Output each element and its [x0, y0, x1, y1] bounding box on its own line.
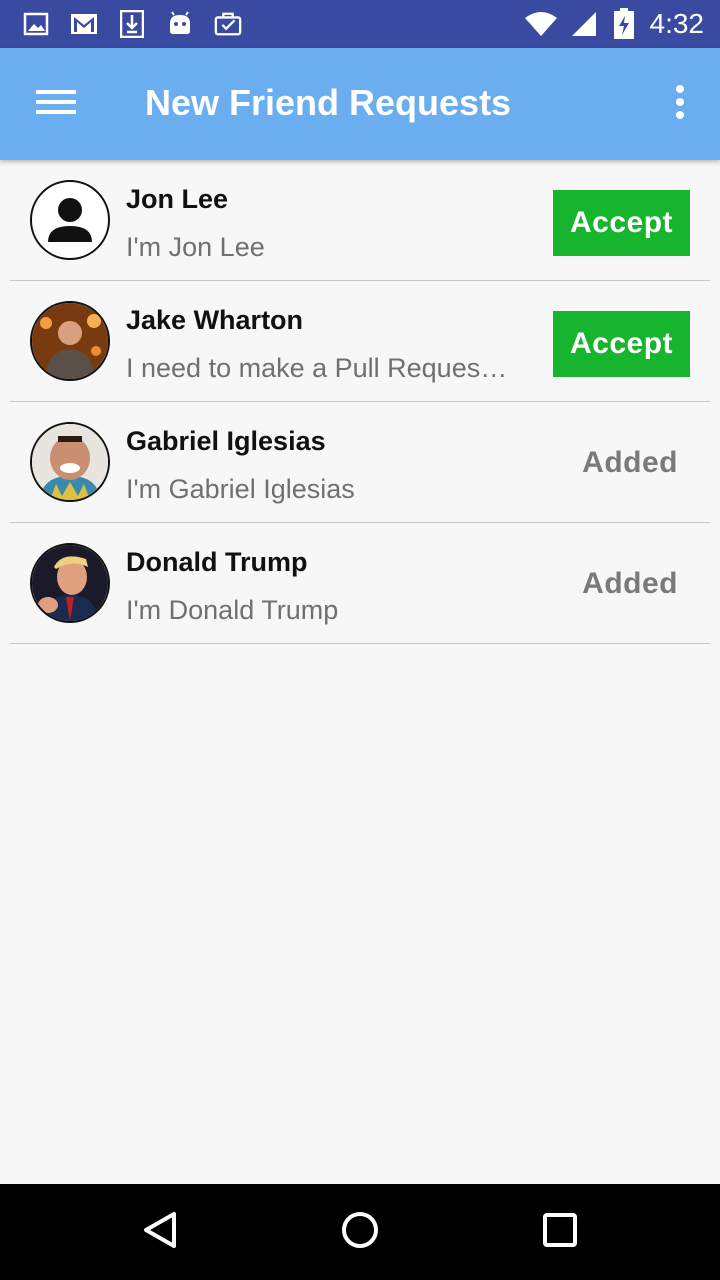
- friend-request-list: Jon Lee I'm Jon Lee Accept Jake Wharton …: [0, 160, 720, 644]
- friend-message: I need to make a Pull Reques…: [126, 353, 508, 383]
- avatar: [30, 180, 110, 260]
- friend-name: Gabriel Iglesias: [126, 426, 326, 456]
- home-button[interactable]: [336, 1208, 384, 1256]
- friend-message: I'm Donald Trump: [126, 595, 339, 625]
- default-person-icon: [48, 198, 92, 242]
- friend-message: I'm Jon Lee: [126, 232, 265, 262]
- avatar: [30, 301, 110, 381]
- friend-request-row: Donald Trump I'm Donald Trump Added: [10, 523, 710, 644]
- gmail-icon: [70, 10, 98, 38]
- friend-name: Donald Trump: [126, 547, 308, 577]
- accept-button[interactable]: Accept: [553, 190, 690, 256]
- battery-icon: [612, 8, 636, 39]
- app-bar: New Friend Requests: [0, 48, 720, 160]
- back-icon: [142, 1210, 178, 1255]
- back-button[interactable]: [136, 1208, 184, 1256]
- avatar: [30, 543, 110, 623]
- status-time: 4:32: [649, 8, 705, 39]
- download-icon: [118, 10, 146, 38]
- friend-name: Jon Lee: [126, 184, 229, 214]
- friend-request-row: Jon Lee I'm Jon Lee Accept: [10, 160, 710, 281]
- signal-icon: [570, 10, 598, 38]
- added-status: Added: [582, 567, 678, 600]
- profile-photo: [32, 424, 108, 500]
- task-icon: [214, 10, 242, 38]
- overflow-menu-button[interactable]: [660, 76, 700, 132]
- recents-button[interactable]: [536, 1208, 584, 1256]
- wifi-icon: [522, 10, 560, 38]
- android-icon: [166, 10, 194, 38]
- added-status: Added: [582, 446, 678, 479]
- accept-button[interactable]: Accept: [553, 311, 690, 377]
- friend-message: I'm Gabriel Iglesias: [126, 474, 355, 504]
- home-icon: [340, 1210, 380, 1255]
- profile-photo: [32, 545, 108, 621]
- image-icon: [22, 10, 50, 38]
- status-bar: 4:32: [0, 0, 720, 48]
- friend-name: Jake Wharton: [126, 305, 304, 335]
- page-title: New Friend Requests: [145, 82, 512, 123]
- recents-icon: [542, 1212, 578, 1253]
- hamburger-menu-icon: [36, 88, 76, 121]
- more-vert-icon: [675, 84, 685, 124]
- navigation-bar: [0, 1184, 720, 1280]
- menu-button[interactable]: [24, 76, 88, 132]
- profile-photo: [32, 303, 108, 379]
- friend-request-row: Gabriel Iglesias I'm Gabriel Iglesias Ad…: [10, 402, 710, 523]
- friend-request-row: Jake Wharton I need to make a Pull Reque…: [10, 281, 710, 402]
- avatar: [30, 422, 110, 502]
